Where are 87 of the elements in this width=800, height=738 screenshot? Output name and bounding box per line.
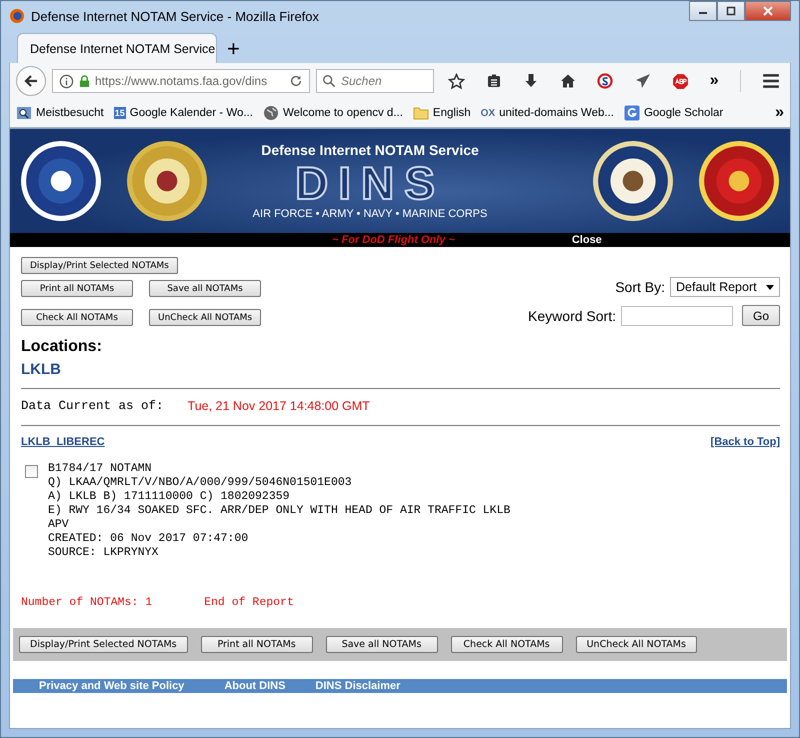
page-button[interactable]: UnCheck All NOTAMs: [576, 636, 697, 653]
search-field[interactable]: Suchen: [316, 69, 434, 93]
footer-link[interactable]: DINS Disclaimer: [315, 680, 400, 692]
bookmark-item[interactable]: 15 Google Kalender - Wo...: [114, 107, 253, 119]
tab-title: Defense Internet NOTAM Service: [30, 42, 216, 56]
reload-icon[interactable]: [289, 74, 303, 88]
google-icon: [624, 105, 640, 121]
close-icon: [763, 6, 773, 16]
bookmark-label: Meistbesucht: [36, 107, 104, 119]
sort-dropdown[interactable]: Default Report: [670, 277, 780, 297]
notice-text: ~ For DoD Flight Only ~: [332, 234, 455, 246]
banner-subtitle: AIR FORCE • ARMY • NAVY • MARINE CORPS: [252, 208, 488, 220]
globe-icon: [262, 105, 279, 121]
search-icon: [322, 74, 336, 88]
maximize-icon: [726, 6, 736, 16]
notam-text-line: SOURCE: LKPRYNYX: [48, 546, 160, 560]
close-link[interactable]: Close: [572, 234, 602, 246]
send-arrow-icon[interactable]: [634, 73, 651, 89]
window-title: Defense Internet NOTAM Service - Mozilla Firefox: [31, 8, 320, 24]
notam-count: Number of NOTAMs: 1: [21, 596, 152, 610]
page-button[interactable]: Print all NOTAMs: [21, 280, 133, 297]
menu-icon[interactable]: [762, 72, 780, 90]
info-icon[interactable]: [59, 74, 74, 88]
bookmark-item[interactable]: OX united-domains Web...: [480, 107, 614, 119]
footer-link[interactable]: About DINS: [224, 680, 286, 692]
notam-checkbox[interactable]: [25, 465, 38, 478]
adblock-icon[interactable]: [672, 72, 689, 90]
bookmark-label: English: [432, 107, 471, 119]
page-button[interactable]: Print all NOTAMs: [200, 636, 313, 653]
caret-icon: [766, 284, 774, 290]
notam-text-line: B1784/17 NOTAMN: [48, 462, 153, 476]
back-to-top-link[interactable]: [Back to Top]: [710, 436, 780, 448]
airport-link[interactable]: LKLB LIBEREC: [21, 436, 105, 448]
page-button[interactable]: Save all NOTAMs: [326, 636, 438, 653]
maximize-button[interactable]: [717, 1, 745, 21]
page-button[interactable]: Display/Print Selected NOTAMs: [21, 257, 178, 274]
bookmark-star-icon[interactable]: [448, 72, 465, 90]
bookmark-item[interactable]: English: [412, 105, 471, 121]
back-arrow-icon: [23, 73, 39, 89]
folder-icon: [412, 105, 429, 121]
page-button[interactable]: Check All NOTAMs: [21, 309, 133, 326]
banner-title: Defense Internet NOTAM Service: [261, 142, 479, 158]
close-button[interactable]: [745, 1, 791, 21]
notam-text-line: E) RWY 16/34 SOAKED SFC. ARR/DEP ONLY WITH HEAD OF AIR TRAFFIC LKLB: [48, 504, 510, 518]
magnifier-folder-icon: [16, 105, 32, 121]
bookmark-label: united-domains Web...: [499, 107, 614, 119]
reading-list-icon[interactable]: [486, 73, 502, 89]
footer-link[interactable]: Privacy and Web site Policy: [39, 680, 184, 692]
location-code: LKLB: [21, 361, 62, 378]
banner-logo: DINS: [295, 158, 445, 208]
page-button[interactable]: UnCheck All NOTAMs: [149, 309, 262, 326]
bookmark-label: Google Kalender - Wo...: [130, 107, 253, 119]
notam-text-line: Q) LKAA/QMRLT/V/NBO/A/000/999/5046N01501E003: [48, 476, 353, 490]
sort-label: Sort By:: [615, 279, 665, 295]
page-button[interactable]: Save all NOTAMs: [149, 280, 261, 297]
keyword-field[interactable]: [620, 306, 733, 326]
notam-text-line: CREATED: 06 Nov 2017 07:47:00: [48, 532, 250, 546]
notam-text-line: A) LKLB B) 1711110000 C) 1802092359: [48, 490, 291, 504]
address-field[interactable]: https://www.notams.faa.gov/dins: [52, 69, 310, 93]
bookmark-label: Welcome to opencv d...: [282, 107, 403, 119]
bookmark-item[interactable]: Meistbesucht: [16, 105, 104, 121]
ox-icon: OX: [480, 108, 496, 118]
url-text: https://www.notams.faa.gov/dins: [95, 74, 268, 88]
no-sign-icon[interactable]: [597, 73, 614, 89]
notam-text-line: APV: [48, 518, 70, 532]
bookmark-item[interactable]: Google Scholar: [624, 105, 724, 121]
new-tab-button[interactable]: +: [223, 38, 244, 60]
browser-tab[interactable]: Defense Internet NOTAM Service: [17, 33, 217, 63]
page-button[interactable]: Check All NOTAMs: [450, 636, 563, 653]
overflow-chevron[interactable]: »: [775, 104, 784, 122]
go-button[interactable]: Go: [742, 305, 780, 326]
bookmark-label: Google Scholar: [644, 107, 724, 119]
keyword-sort-label: Keyword Sort:: [528, 308, 616, 324]
locations-heading: Locations:: [21, 338, 103, 356]
end-of-report: End of Report: [204, 596, 294, 610]
download-icon[interactable]: [523, 73, 540, 89]
back-button[interactable]: [16, 66, 46, 96]
page-button[interactable]: Display/Print Selected NOTAMs: [19, 636, 188, 653]
home-icon[interactable]: [560, 73, 576, 89]
data-current-time: Tue, 21 Nov 2017 14:48:00 GMT: [188, 399, 370, 413]
data-current-label: Data Current as of:: [21, 399, 164, 413]
lock-icon: [79, 74, 90, 88]
overflow-chevron[interactable]: »: [710, 72, 719, 90]
browser-logo-icon: [9, 8, 25, 24]
calendar-icon: 15: [114, 107, 126, 119]
minimize-button[interactable]: [689, 1, 717, 21]
bookmark-item[interactable]: Welcome to opencv d...: [262, 105, 403, 121]
